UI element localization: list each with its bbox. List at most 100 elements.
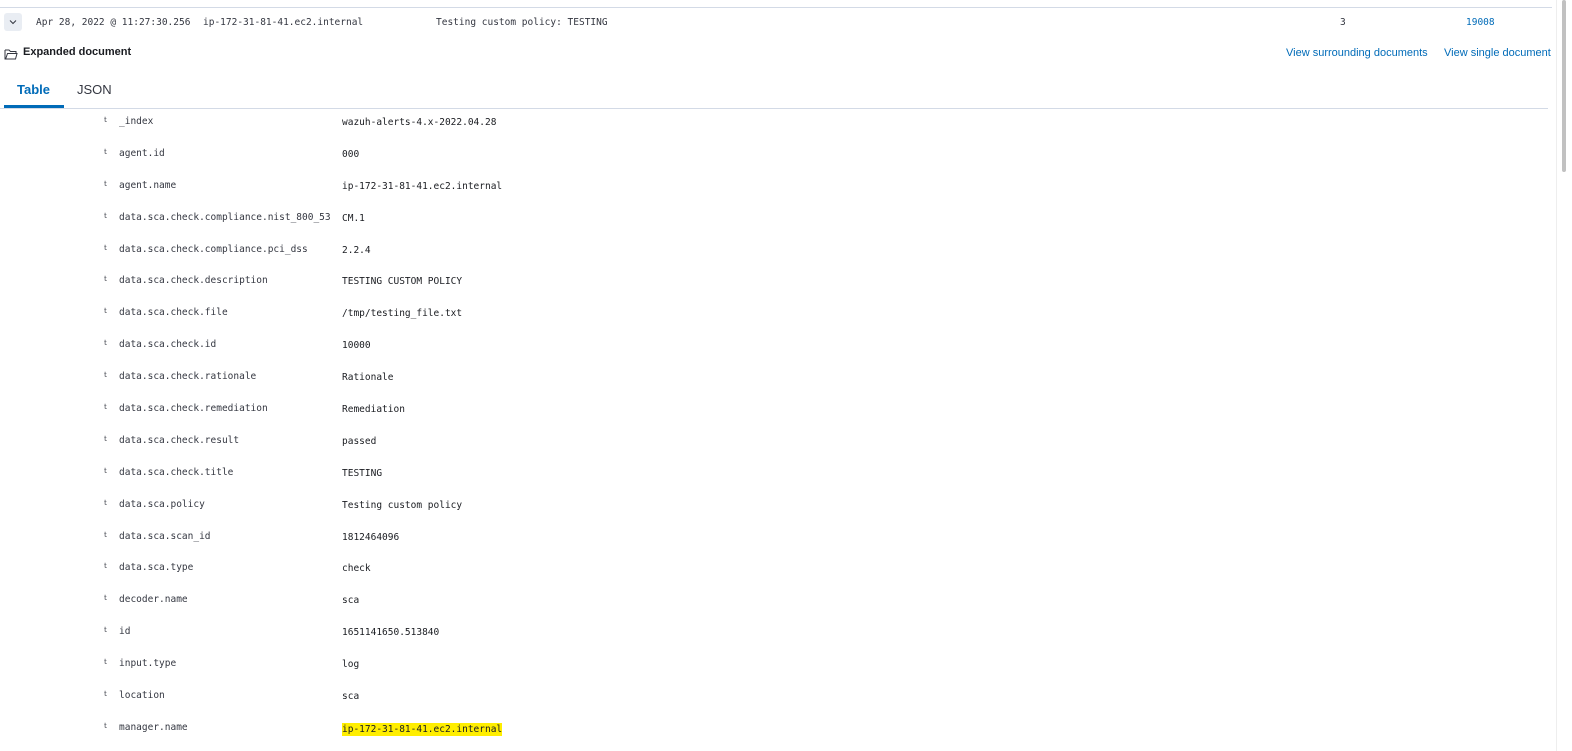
field-name: manager.name (119, 721, 188, 733)
table-row[interactable]: t input.type log (0, 651, 1548, 683)
table-row[interactable]: t data.sca.check.rationale Rationale (0, 364, 1548, 396)
string-type-icon: t (104, 275, 107, 284)
active-tab-indicator (4, 105, 64, 108)
field-name: agent.id (119, 147, 165, 159)
tab-table[interactable]: Table (17, 82, 50, 97)
table-row[interactable]: t data.sca.check.remediation Remediation (0, 396, 1548, 428)
field-name: data.sca.check.result (119, 434, 240, 446)
field-value: Remediation (342, 404, 405, 416)
string-type-icon: t (104, 147, 107, 156)
field-value: CM.1 (342, 212, 365, 224)
field-value: sca (342, 595, 360, 607)
summary-description: Testing custom policy: TESTING (436, 17, 608, 28)
field-value: Testing custom policy (342, 499, 463, 511)
field-name: data.sca.check.file (119, 307, 228, 319)
field-value: 2.2.4 (342, 244, 371, 256)
field-name: data.sca.policy (119, 498, 205, 510)
table-row[interactable]: t data.sca.check.description TESTING CUSTO… (0, 268, 1548, 300)
table-row[interactable]: t data.sca.check.result passed (0, 428, 1548, 460)
field-name: _index (119, 116, 154, 127)
table-row[interactable]: t data.sca.check.id 10000 (0, 332, 1548, 364)
string-type-icon: t (104, 339, 107, 348)
table-row[interactable]: t data.sca.check.compliance.pci_dss 2.2.4 (0, 237, 1548, 269)
string-type-icon: t (104, 403, 107, 412)
vertical-scrollbar[interactable] (1559, 0, 1572, 751)
field-name: data.sca.scan_id (119, 530, 211, 542)
table-row[interactable]: t data.sca.type check (0, 555, 1548, 587)
scroll-track (1556, 0, 1557, 751)
chevron-down-icon (9, 20, 17, 25)
string-type-icon: t (104, 498, 107, 507)
string-type-icon: t (104, 434, 107, 443)
field-value: wazuh-alerts-4.x-2022.04.28 (342, 117, 497, 128)
field-name: data.sca.check.title (119, 466, 234, 478)
table-row[interactable]: t location sca (0, 683, 1548, 715)
field-name: data.sca.type (119, 562, 194, 574)
string-type-icon: t (104, 179, 107, 188)
table-row[interactable]: t data.sca.check.compliance.nist_800_53 CM… (0, 205, 1548, 237)
folder-open-icon (4, 49, 18, 60)
field-value: sca (342, 691, 360, 703)
string-type-icon: t (104, 530, 107, 539)
expanded-document-header: Expanded document View surrounding docum… (0, 44, 1552, 64)
view-surrounding-documents-link[interactable]: View surrounding documents (1286, 47, 1428, 59)
table-row[interactable]: t data.sca.scan_id 1812464096 (0, 524, 1548, 556)
string-type-icon: t (104, 658, 107, 667)
expanded-document-title: Expanded document (23, 46, 132, 58)
summary-timestamp: Apr 28, 2022 @ 11:27:30.256 (36, 17, 191, 28)
field-name: data.sca.check.compliance.pci_dss (119, 243, 308, 255)
scrollbar-thumb[interactable] (1562, 0, 1566, 172)
field-table: t _index wazuh-alerts-4.x-2022.04.28 t agent… (0, 109, 1548, 747)
document-tabs: Table JSON (0, 72, 1548, 109)
table-row[interactable]: t manager.name ip-172-31-81-41.ec2.interna… (0, 715, 1548, 747)
field-name: data.sca.check.id (119, 339, 217, 351)
field-value: 1651141650.513840 (342, 627, 440, 639)
field-name: id (119, 626, 131, 638)
string-type-icon: t (104, 211, 107, 220)
view-single-document-link[interactable]: View single document (1444, 47, 1551, 59)
field-name: data.sca.check.remediation (119, 403, 268, 415)
string-type-icon: t (104, 371, 107, 380)
table-row[interactable]: t id 1651141650.513840 (0, 619, 1548, 651)
collapse-toggle-button[interactable] (4, 13, 22, 31)
string-type-icon: t (104, 307, 107, 316)
field-value-highlighted: ip-172-31-81-41.ec2.internal (342, 722, 503, 736)
string-type-icon: t (104, 562, 107, 571)
field-value: 10000 (342, 340, 371, 352)
summary-rule-id-link[interactable]: 19008 (1466, 17, 1495, 28)
string-type-icon: t (104, 690, 107, 699)
field-value: TESTING (342, 467, 383, 479)
table-row[interactable]: t _index wazuh-alerts-4.x-2022.04.28 (0, 109, 1548, 141)
table-row[interactable]: t agent.id 000 (0, 141, 1548, 173)
field-value: check (342, 563, 371, 575)
string-type-icon: t (104, 466, 107, 475)
string-type-icon: t (104, 626, 107, 635)
field-name: location (119, 690, 165, 702)
table-row[interactable]: t decoder.name sca (0, 587, 1548, 619)
string-type-icon: t (104, 243, 107, 252)
field-value: ip-172-31-81-41.ec2.internal (342, 180, 503, 192)
field-name: decoder.name (119, 594, 188, 606)
field-name: data.sca.check.compliance.nist_800_53 (119, 211, 331, 223)
document-viewer: Apr 28, 2022 @ 11:27:30.256 ip-172-31-81… (0, 0, 1572, 751)
field-value: passed (342, 435, 377, 447)
field-value: Rationale (342, 372, 394, 384)
document-summary-row[interactable]: Apr 28, 2022 @ 11:27:30.256 ip-172-31-81… (0, 8, 1552, 36)
table-row[interactable]: t data.sca.check.file/tmp/testing_file.tx… (0, 300, 1548, 332)
field-name: agent.name (119, 179, 177, 191)
field-value: /tmp/testing_file.txt (342, 308, 463, 320)
table-row[interactable]: t data.sca.policy Testing custom policy (0, 492, 1548, 524)
string-type-icon: t (104, 116, 107, 124)
table-row[interactable]: t data.sca.check.title TESTING (0, 460, 1548, 492)
field-value: log (342, 659, 360, 671)
field-value: 000 (342, 148, 360, 160)
field-name: input.type (119, 658, 177, 670)
field-value: 1812464096 (342, 531, 400, 543)
string-type-icon: t (104, 721, 107, 730)
summary-level: 3 (1340, 17, 1346, 28)
table-row[interactable]: t agent.name ip-172-31-81-41.ec2.internal (0, 173, 1548, 205)
tab-json[interactable]: JSON (77, 82, 112, 97)
field-value: TESTING CUSTOM POLICY (342, 276, 463, 288)
summary-host: ip-172-31-81-41.ec2.internal (203, 17, 364, 28)
field-name: data.sca.check.rationale (119, 371, 257, 383)
